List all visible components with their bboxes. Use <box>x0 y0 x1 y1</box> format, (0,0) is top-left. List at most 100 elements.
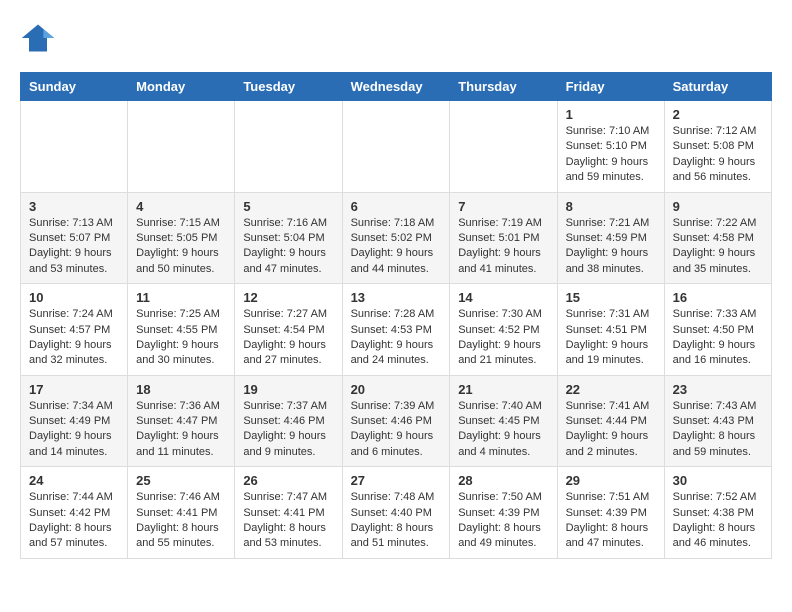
day-info: Sunrise: 7:51 AM Sunset: 4:39 PM Dayligh… <box>566 490 656 552</box>
calendar-cell: 3 Sunrise: 7:13 AM Sunset: 5:07 PM Daylig… <box>21 192 128 284</box>
calendar-cell: 8Sunrise: 7:21 AM Sunset: 4:59 PM Daylig… <box>557 192 664 284</box>
calendar-cell: 13 Sunrise: 7:28 AM Sunset: 4:53 PM Dayli… <box>342 284 450 376</box>
day-info: Sunrise: 7:28 AM Sunset: 4:53 PM Dayligh… <box>351 307 442 369</box>
calendar-cell: 24 Sunrise: 7:44 AM Sunset: 4:42 PM Dayli… <box>21 467 128 559</box>
header <box>20 20 772 56</box>
day-number: 7 <box>458 199 548 214</box>
day-header-monday: Monday <box>128 73 235 101</box>
day-header-wednesday: Wednesday <box>342 73 450 101</box>
day-info: Sunrise: 7:39 AM Sunset: 4:46 PM Dayligh… <box>351 399 442 461</box>
day-info: Sunrise: 7:46 AM Sunset: 4:41 PM Dayligh… <box>136 490 226 552</box>
day-header-sunday: Sunday <box>21 73 128 101</box>
logo-icon <box>20 20 56 56</box>
calendar-cell: 1Sunrise: 7:10 AM Sunset: 5:10 PM Daylig… <box>557 101 664 193</box>
day-number: 3 <box>29 199 119 214</box>
day-number: 28 <box>458 473 548 488</box>
day-number: 9 <box>673 199 763 214</box>
day-info: Sunrise: 7:36 AM Sunset: 4:47 PM Dayligh… <box>136 399 226 461</box>
day-info: Sunrise: 7:18 AM Sunset: 5:02 PM Dayligh… <box>351 216 442 278</box>
calendar-cell: 4 Sunrise: 7:15 AM Sunset: 5:05 PM Daylig… <box>128 192 235 284</box>
day-number: 18 <box>136 382 226 397</box>
day-header-thursday: Thursday <box>450 73 557 101</box>
calendar-cell: 22 Sunrise: 7:41 AM Sunset: 4:44 PM Dayli… <box>557 375 664 467</box>
day-info: Sunrise: 7:27 AM Sunset: 4:54 PM Dayligh… <box>243 307 333 369</box>
day-info: Sunrise: 7:40 AM Sunset: 4:45 PM Dayligh… <box>458 399 548 461</box>
calendar-cell: 21 Sunrise: 7:40 AM Sunset: 4:45 PM Dayli… <box>450 375 557 467</box>
calendar-cell <box>342 101 450 193</box>
day-number: 1 <box>566 107 656 122</box>
day-info: Sunrise: 7:47 AM Sunset: 4:41 PM Dayligh… <box>243 490 333 552</box>
day-number: 11 <box>136 290 226 305</box>
calendar-cell <box>21 101 128 193</box>
day-info: Sunrise: 7:30 AM Sunset: 4:52 PM Dayligh… <box>458 307 548 369</box>
calendar-cell: 28 Sunrise: 7:50 AM Sunset: 4:39 PM Dayli… <box>450 467 557 559</box>
day-number: 29 <box>566 473 656 488</box>
day-info: Sunrise: 7:43 AM Sunset: 4:43 PM Dayligh… <box>673 399 763 461</box>
calendar-cell: 26Sunrise: 7:47 AM Sunset: 4:41 PM Dayli… <box>235 467 342 559</box>
calendar-cell: 18 Sunrise: 7:36 AM Sunset: 4:47 PM Dayli… <box>128 375 235 467</box>
day-info: Sunrise: 7:34 AM Sunset: 4:49 PM Dayligh… <box>29 399 119 461</box>
calendar-cell: 30Sunrise: 7:52 AM Sunset: 4:38 PM Dayli… <box>664 467 771 559</box>
calendar-week-3: 10 Sunrise: 7:24 AM Sunset: 4:57 PM Dayli… <box>21 284 772 376</box>
day-number: 4 <box>136 199 226 214</box>
day-number: 10 <box>29 290 119 305</box>
day-info: Sunrise: 7:31 AM Sunset: 4:51 PM Dayligh… <box>566 307 656 369</box>
day-info: Sunrise: 7:24 AM Sunset: 4:57 PM Dayligh… <box>29 307 119 369</box>
day-info: Sunrise: 7:19 AM Sunset: 5:01 PM Dayligh… <box>458 216 548 278</box>
day-header-friday: Friday <box>557 73 664 101</box>
calendar-week-1: 1Sunrise: 7:10 AM Sunset: 5:10 PM Daylig… <box>21 101 772 193</box>
day-number: 21 <box>458 382 548 397</box>
calendar-cell: 10 Sunrise: 7:24 AM Sunset: 4:57 PM Dayli… <box>21 284 128 376</box>
day-info: Sunrise: 7:15 AM Sunset: 5:05 PM Dayligh… <box>136 216 226 278</box>
day-number: 23 <box>673 382 763 397</box>
day-number: 6 <box>351 199 442 214</box>
calendar-week-4: 17 Sunrise: 7:34 AM Sunset: 4:49 PM Dayli… <box>21 375 772 467</box>
day-number: 2 <box>673 107 763 122</box>
day-number: 13 <box>351 290 442 305</box>
day-header-saturday: Saturday <box>664 73 771 101</box>
day-info: Sunrise: 7:12 AM Sunset: 5:08 PM Dayligh… <box>673 124 763 186</box>
day-info: Sunrise: 7:13 AM Sunset: 5:07 PM Dayligh… <box>29 216 119 278</box>
day-number: 15 <box>566 290 656 305</box>
day-number: 12 <box>243 290 333 305</box>
day-number: 5 <box>243 199 333 214</box>
day-info: Sunrise: 7:21 AM Sunset: 4:59 PM Dayligh… <box>566 216 656 278</box>
calendar-header-row: SundayMondayTuesdayWednesdayThursdayFrid… <box>21 73 772 101</box>
day-number: 24 <box>29 473 119 488</box>
calendar-cell: 29 Sunrise: 7:51 AM Sunset: 4:39 PM Dayli… <box>557 467 664 559</box>
day-number: 27 <box>351 473 442 488</box>
calendar-cell <box>235 101 342 193</box>
calendar-cell: 23 Sunrise: 7:43 AM Sunset: 4:43 PM Dayli… <box>664 375 771 467</box>
day-info: Sunrise: 7:22 AM Sunset: 4:58 PM Dayligh… <box>673 216 763 278</box>
calendar-week-5: 24 Sunrise: 7:44 AM Sunset: 4:42 PM Dayli… <box>21 467 772 559</box>
day-info: Sunrise: 7:33 AM Sunset: 4:50 PM Dayligh… <box>673 307 763 369</box>
day-info: Sunrise: 7:25 AM Sunset: 4:55 PM Dayligh… <box>136 307 226 369</box>
calendar-cell: 6 Sunrise: 7:18 AM Sunset: 5:02 PM Daylig… <box>342 192 450 284</box>
day-info: Sunrise: 7:50 AM Sunset: 4:39 PM Dayligh… <box>458 490 548 552</box>
day-info: Sunrise: 7:41 AM Sunset: 4:44 PM Dayligh… <box>566 399 656 461</box>
day-info: Sunrise: 7:44 AM Sunset: 4:42 PM Dayligh… <box>29 490 119 552</box>
calendar-cell <box>128 101 235 193</box>
calendar-cell: 9 Sunrise: 7:22 AM Sunset: 4:58 PM Daylig… <box>664 192 771 284</box>
day-number: 20 <box>351 382 442 397</box>
calendar-cell <box>450 101 557 193</box>
calendar-cell: 27 Sunrise: 7:48 AM Sunset: 4:40 PM Dayli… <box>342 467 450 559</box>
day-number: 22 <box>566 382 656 397</box>
day-number: 19 <box>243 382 333 397</box>
calendar-week-2: 3 Sunrise: 7:13 AM Sunset: 5:07 PM Daylig… <box>21 192 772 284</box>
day-number: 16 <box>673 290 763 305</box>
calendar: SundayMondayTuesdayWednesdayThursdayFrid… <box>20 72 772 559</box>
calendar-cell: 16 Sunrise: 7:33 AM Sunset: 4:50 PM Dayli… <box>664 284 771 376</box>
calendar-cell: 2 Sunrise: 7:12 AM Sunset: 5:08 PM Daylig… <box>664 101 771 193</box>
day-info: Sunrise: 7:37 AM Sunset: 4:46 PM Dayligh… <box>243 399 333 461</box>
day-info: Sunrise: 7:48 AM Sunset: 4:40 PM Dayligh… <box>351 490 442 552</box>
calendar-cell: 25Sunrise: 7:46 AM Sunset: 4:41 PM Dayli… <box>128 467 235 559</box>
day-info: Sunrise: 7:16 AM Sunset: 5:04 PM Dayligh… <box>243 216 333 278</box>
day-number: 14 <box>458 290 548 305</box>
calendar-cell: 20 Sunrise: 7:39 AM Sunset: 4:46 PM Dayli… <box>342 375 450 467</box>
calendar-cell: 17 Sunrise: 7:34 AM Sunset: 4:49 PM Dayli… <box>21 375 128 467</box>
calendar-cell: 5 Sunrise: 7:16 AM Sunset: 5:04 PM Daylig… <box>235 192 342 284</box>
day-header-tuesday: Tuesday <box>235 73 342 101</box>
day-number: 17 <box>29 382 119 397</box>
calendar-cell: 7 Sunrise: 7:19 AM Sunset: 5:01 PM Daylig… <box>450 192 557 284</box>
